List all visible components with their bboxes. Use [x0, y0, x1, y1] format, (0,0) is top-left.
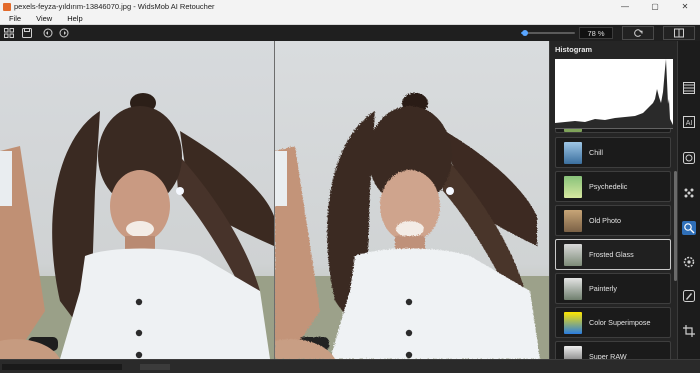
- filter-thumb: [564, 129, 582, 132]
- menu-view[interactable]: View: [36, 14, 52, 23]
- filter-label: Old Photo: [589, 216, 621, 225]
- filter-item[interactable]: Old Photo: [555, 205, 671, 236]
- pattern-tool-button[interactable]: [682, 186, 696, 200]
- histogram-chart: [555, 59, 673, 129]
- magnifier-icon: [684, 223, 695, 234]
- menu-help[interactable]: Help: [67, 14, 82, 23]
- menu-file[interactable]: File: [9, 14, 21, 23]
- original-photo: [0, 41, 274, 359]
- filter-label: Painterly: [589, 284, 617, 293]
- tool-strip: AI: [677, 41, 700, 359]
- filter-thumbnail: [564, 277, 582, 300]
- retouched-photo: [275, 41, 549, 359]
- grid-icon[interactable]: [3, 27, 15, 39]
- rotate-left-icon[interactable]: [42, 27, 54, 39]
- brush-icon: [683, 290, 695, 302]
- compare-button[interactable]: [663, 26, 695, 40]
- filter-thumbnail: [564, 243, 582, 266]
- filter-item[interactable]: Color Superimpose: [555, 307, 671, 338]
- effects-panel: Histogram Chill Psychedelic Old Photo Frost…: [549, 41, 677, 359]
- reset-button[interactable]: [622, 26, 654, 40]
- ai-icon: AI: [683, 116, 695, 128]
- filter-item[interactable]: Super RAW: [555, 341, 671, 359]
- app-logo-icon: [3, 2, 11, 11]
- maximize-button[interactable]: ▢: [640, 0, 670, 13]
- filter-thumbnail: [564, 141, 582, 164]
- status-segment: [2, 364, 122, 370]
- zoom-slider[interactable]: [521, 30, 575, 36]
- toolbar: 78 %: [0, 25, 700, 41]
- save-icon[interactable]: [21, 27, 33, 39]
- gear-icon: [683, 256, 695, 268]
- close-button[interactable]: ✕: [670, 0, 700, 13]
- filter-item-partial[interactable]: [555, 129, 671, 133]
- effects-tool-button[interactable]: [682, 221, 696, 235]
- app-window: pexels-feyza-yıldırım-13846070.jpg - Wid…: [0, 0, 700, 373]
- filter-label: Chill: [589, 148, 603, 157]
- filter-thumbnail: [564, 175, 582, 198]
- filter-item[interactable]: Frosted Glass: [555, 239, 671, 270]
- settings-tool-button[interactable]: [682, 255, 696, 269]
- minimize-button[interactable]: —: [610, 0, 640, 13]
- crop-icon: [683, 325, 695, 337]
- svg-text:AI: AI: [686, 120, 693, 127]
- sliders-icon: [683, 82, 695, 94]
- adjust-tool-button[interactable]: [682, 81, 696, 95]
- status-bar: [0, 359, 700, 373]
- filter-label: Frosted Glass: [589, 250, 634, 259]
- filter-item[interactable]: Psychedelic: [555, 171, 671, 202]
- panel-header: Histogram: [550, 41, 677, 57]
- rotate-right-icon[interactable]: [58, 27, 70, 39]
- filter-label: Super RAW: [589, 352, 627, 359]
- filter-label: Psychedelic: [589, 182, 628, 191]
- window-title: pexels-feyza-yıldırım-13846070.jpg - Wid…: [14, 2, 215, 11]
- filter-thumbnail: [564, 311, 582, 334]
- filter-item[interactable]: Painterly: [555, 273, 671, 304]
- face-tool-button[interactable]: [682, 151, 696, 165]
- status-segment: [140, 364, 170, 370]
- filter-item[interactable]: Chill: [555, 137, 671, 168]
- face-icon: [683, 152, 695, 164]
- image-canvas[interactable]: [0, 41, 549, 359]
- filter-list: Chill Psychedelic Old Photo Frosted Glass Pa…: [555, 129, 677, 359]
- filter-label: Color Superimpose: [589, 318, 651, 327]
- brush-tool-button[interactable]: [682, 289, 696, 303]
- title-bar: pexels-feyza-yıldırım-13846070.jpg - Wid…: [0, 0, 700, 13]
- panel-title: Histogram: [555, 44, 593, 54]
- filter-thumbnail: [564, 209, 582, 232]
- histogram-graph: [555, 59, 673, 129]
- pattern-icon: [684, 188, 694, 198]
- filter-thumbnail: [564, 345, 582, 359]
- zoom-slider-thumb[interactable]: [522, 30, 529, 36]
- zoom-value-field[interactable]: 78 %: [579, 27, 613, 39]
- reset-icon: [634, 29, 643, 37]
- crop-tool-button[interactable]: [682, 324, 696, 338]
- window-controls: — ▢ ✕: [610, 0, 700, 13]
- ai-tool-button[interactable]: AI: [682, 115, 696, 129]
- menu-bar: File View Help: [0, 13, 700, 25]
- compare-icon: [674, 28, 684, 38]
